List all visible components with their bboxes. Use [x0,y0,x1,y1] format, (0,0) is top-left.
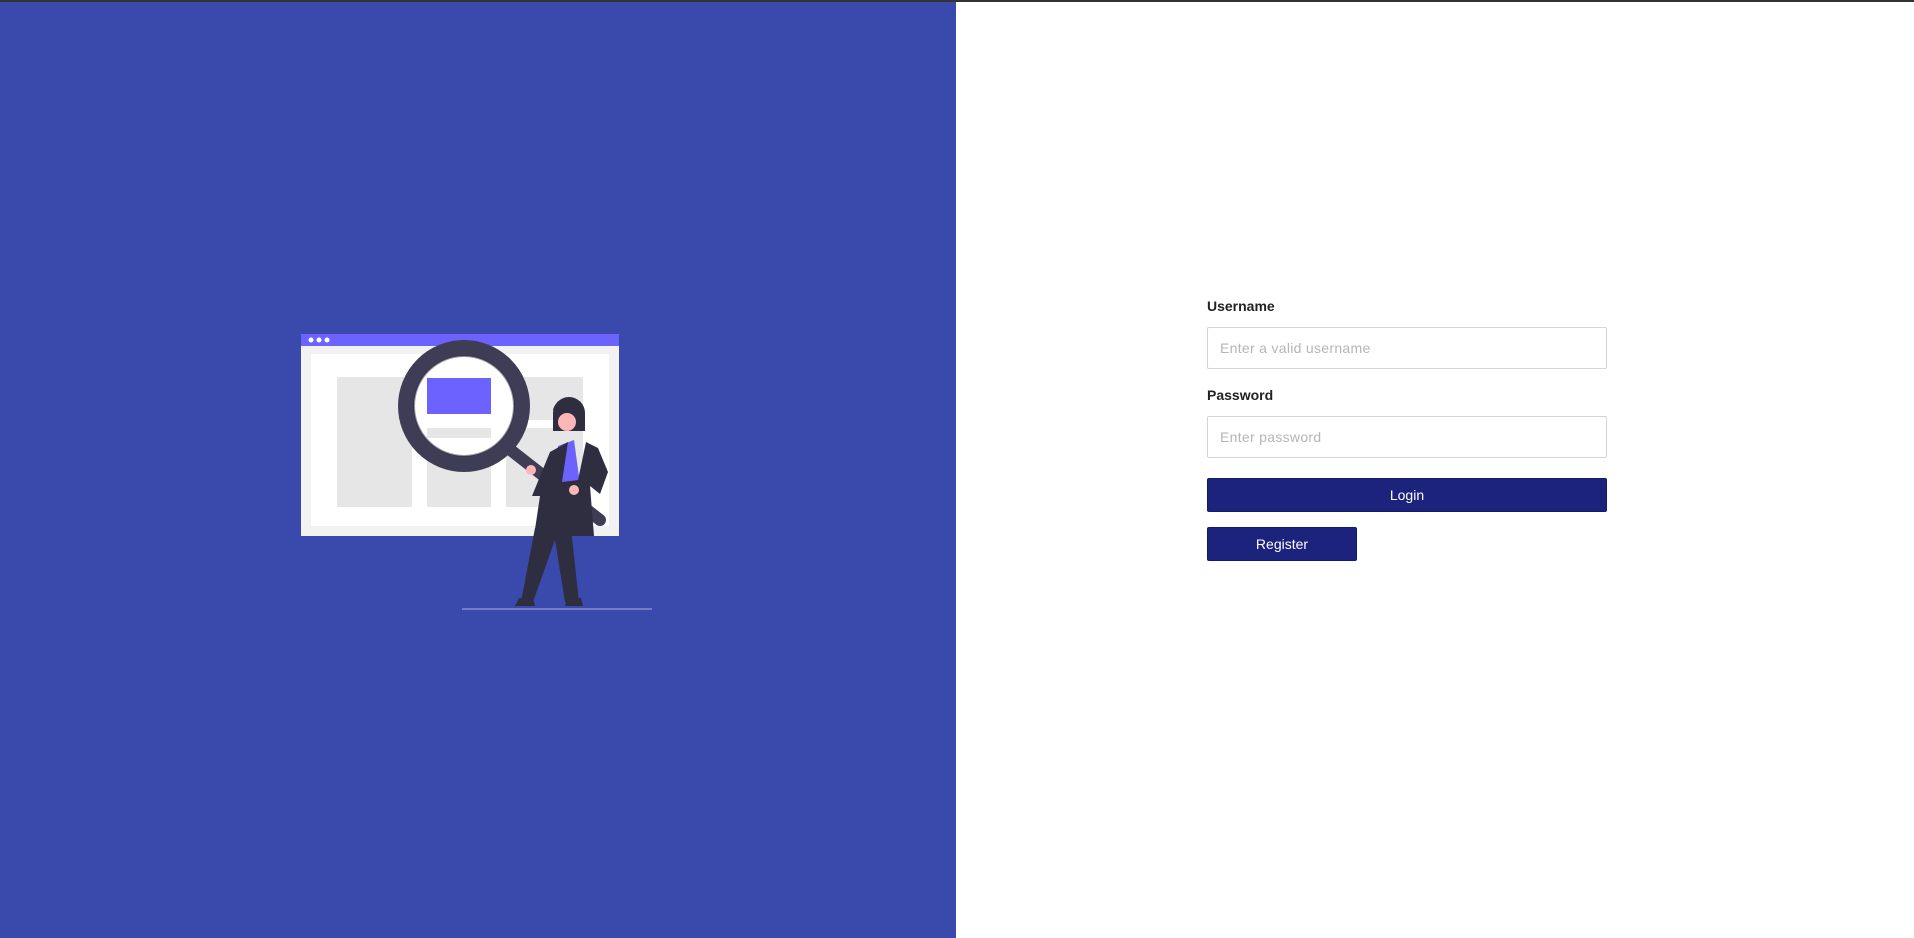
left-hero-panel [0,2,956,938]
browser-dot-1 [308,337,314,343]
person-hand-left [526,465,536,475]
username-input[interactable] [1207,327,1607,369]
person-face [558,413,576,431]
right-form-panel: Username Password Login Register [956,2,1914,938]
highlighted-block [427,378,491,414]
login-form: Username Password Login Register [1207,298,1607,561]
search-illustration-icon [301,334,652,610]
password-input[interactable] [1207,416,1607,458]
person-shoe-left [515,598,535,606]
username-label: Username [1207,298,1275,314]
register-button[interactable]: Register [1207,527,1357,561]
person-legs [521,528,579,602]
browser-dot-2 [316,337,322,343]
login-button[interactable]: Login [1207,478,1607,512]
browser-dot-3 [324,337,330,343]
person-hand-right [569,485,579,495]
password-label: Password [1207,387,1274,403]
person-shoe-right [565,598,583,606]
content-block-2-lower [427,428,491,438]
